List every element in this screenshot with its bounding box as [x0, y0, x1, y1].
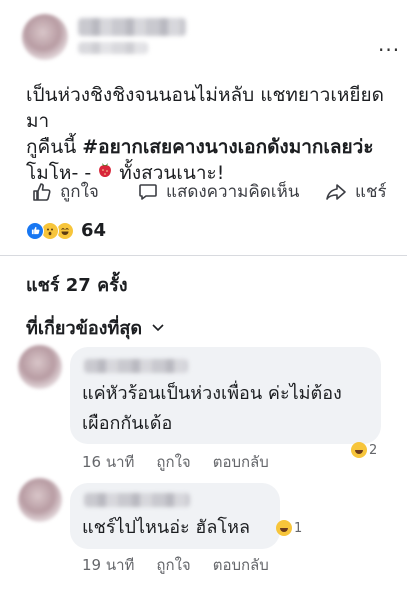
comment-text: แค่หัวร้อนเป็นห่วงเพื่อน ค่ะไม่ต้อง เผือ…: [82, 379, 377, 439]
comment-bubble: แค่หัวร้อนเป็นห่วงเพื่อน ค่ะไม่ต้อง เผือ…: [70, 347, 381, 444]
comment-reaction-badge[interactable]: 2: [351, 442, 377, 458]
comment-author-name[interactable]: [84, 359, 188, 373]
haha-reaction-icon: [276, 520, 292, 536]
comment-meta: 16 นาที ถูกใจ ตอบกลับ: [82, 450, 291, 474]
share-label: แชร์: [355, 182, 387, 202]
share-button[interactable]: แชร์: [325, 178, 387, 205]
comment-reaction-count: 2: [369, 442, 378, 458]
comment-avatar[interactable]: [18, 345, 62, 389]
comment-button[interactable]: แสดงความคิดเห็น: [138, 178, 299, 205]
haha-reaction-icon: [351, 442, 367, 458]
comment-text: แชร์ไปไหนอ่ะ ฮัลโหล: [82, 517, 250, 538]
post-text: เป็นห่วงชิงชิงจนนอนไม่หลับ แชทยาวเหยียดม…: [26, 82, 386, 186]
share-icon: [326, 183, 346, 200]
reaction-count: 64: [81, 220, 107, 241]
comment-bubble: แชร์ไปไหนอ่ะ ฮัลโหล: [70, 483, 280, 549]
chevron-down-icon: [152, 323, 164, 331]
comment-reply-button[interactable]: ตอบกลับ: [213, 553, 269, 577]
strawberry-icon: [97, 162, 119, 184]
post-author-avatar[interactable]: [22, 14, 68, 60]
comment-text-line1: แค่หัวร้อนเป็นห่วงเพื่อน ค่ะไม่ต้อง: [82, 383, 342, 404]
like-label: ถูกใจ: [60, 182, 99, 202]
post-text-line2: กูคืนนี้: [26, 136, 83, 158]
comment-icon: [139, 183, 157, 200]
comment-text-line2: เผือกกันเด้อ: [82, 413, 173, 434]
comment-time[interactable]: 19 นาที: [82, 553, 134, 577]
hashtag-link[interactable]: #อยากเสยคางนางเอกดังมากเลยว่ะ: [82, 136, 373, 158]
divider: [0, 255, 407, 256]
comment-sort-dropdown[interactable]: ที่เกี่ยวข้องที่สุด: [26, 313, 164, 342]
comment-sort-label: ที่เกี่ยวข้องที่สุด: [26, 318, 143, 339]
comment-reaction-count: 1: [294, 520, 303, 536]
post-timestamp: [78, 42, 148, 54]
comment-avatar[interactable]: [18, 478, 62, 522]
thumbs-up-icon: [33, 182, 51, 201]
like-reaction-icon: [26, 221, 44, 240]
reaction-summary[interactable]: 64: [26, 220, 106, 241]
post-author-name[interactable]: [78, 18, 186, 36]
comment-author-name[interactable]: [84, 493, 190, 507]
comment-like-button[interactable]: ถูกใจ: [156, 553, 190, 577]
comment-label: แสดงความคิดเห็น: [166, 182, 300, 202]
shares-count[interactable]: แชร์ 27 ครั้ง: [26, 270, 128, 299]
comment-reply-button[interactable]: ตอบกลับ: [213, 450, 269, 474]
post-text-line1: เป็นห่วงชิงชิงจนนอนไม่หลับ แชทยาวเหยียดม…: [26, 84, 384, 132]
comment-time[interactable]: 16 นาที: [82, 450, 134, 474]
comment-like-button[interactable]: ถูกใจ: [156, 450, 190, 474]
comment-reaction-badge[interactable]: 1: [276, 520, 302, 536]
more-icon[interactable]: ...: [378, 32, 400, 56]
comment-meta: 19 นาที ถูกใจ ตอบกลับ: [82, 553, 291, 577]
like-button[interactable]: ถูกใจ: [32, 178, 99, 205]
